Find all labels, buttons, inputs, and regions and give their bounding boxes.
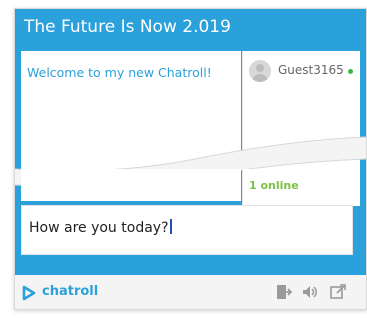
exit-icon[interactable] [275,283,293,301]
volume-icon[interactable] [301,283,319,301]
message-input[interactable]: How are you today? [21,205,353,255]
popout-icon[interactable] [329,283,347,301]
online-count-box: 1 online [242,169,360,199]
online-status-icon [348,69,353,74]
brand-name: chatroll [42,284,99,299]
message-pane-lower [21,169,241,199]
chatroll-logo-icon [22,285,36,301]
user-name: Guest3165 [278,63,344,77]
chatroll-widget: The Future Is Now 2.019 Welcome to my ne… [14,8,367,310]
user-list-item[interactable]: Guest3165 [249,60,357,82]
chat-title: The Future Is Now 2.019 [15,9,366,45]
text-caret [169,219,172,234]
online-count: 1 online [249,179,299,192]
chat-footer: chatroll [15,275,366,309]
user-avatar-icon [249,60,271,82]
message-input-value: How are you today? [29,220,169,236]
welcome-message: Welcome to my new Chatroll! [27,65,212,80]
